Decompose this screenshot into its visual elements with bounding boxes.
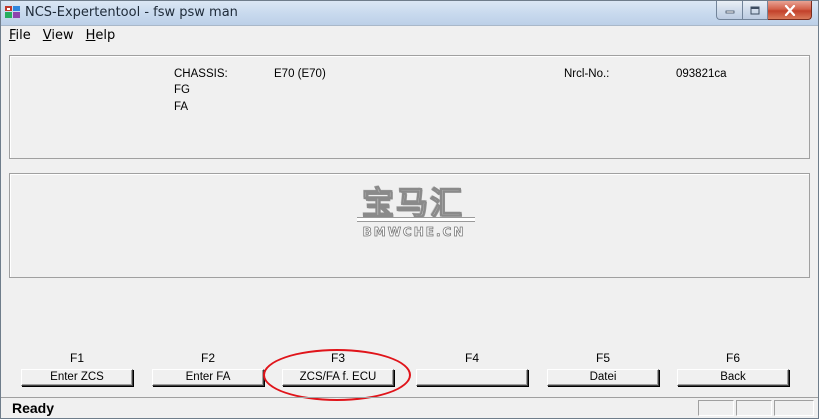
watermark-site-text: BMWCHE.CN [362, 225, 466, 240]
zcs-fa-from-ecu-button[interactable]: ZCS/FA f. ECU [282, 369, 394, 386]
status-pane-2 [736, 400, 772, 416]
nrcl-value: 093821ca [676, 68, 727, 80]
nrcl-label: Nrcl-No.: [564, 68, 610, 80]
f4-button[interactable] [416, 369, 528, 386]
f1-key-label: F1 [69, 351, 84, 365]
fa-label: FA [174, 101, 189, 113]
menu-bar: File View Help [1, 25, 818, 45]
output-panel: 宝马汇 BMWCHE.CN [9, 173, 810, 278]
back-button[interactable]: Back [677, 369, 789, 386]
status-bar: Ready [1, 397, 818, 419]
close-icon [784, 4, 795, 16]
maximize-button[interactable] [742, 1, 768, 20]
ncs-expertentool-window: NCS-Expertentool - fsw psw man File View… [0, 0, 819, 419]
title-bar[interactable]: NCS-Expertentool - fsw psw man [1, 1, 818, 26]
menu-file[interactable]: File [5, 28, 35, 43]
menu-view-label: iew [51, 27, 74, 43]
vehicle-info-panel: CHASSIS: E70 (E70) FG FA Nrcl-No.: 09382… [9, 55, 810, 159]
chassis-value: E70 (E70) [274, 68, 326, 80]
f6-key-label: F6 [725, 351, 740, 365]
enter-zcs-button[interactable]: Enter ZCS [21, 369, 133, 386]
menu-view[interactable]: View [39, 28, 78, 43]
caption-buttons [716, 1, 812, 21]
window-title: NCS-Expertentool - fsw psw man [25, 5, 238, 20]
status-pane-1 [698, 400, 734, 416]
close-button[interactable] [768, 1, 812, 20]
maximize-icon [750, 6, 760, 14]
f2-key-label: F2 [200, 351, 215, 365]
minimize-button[interactable] [716, 1, 742, 20]
menu-help-label: elp [95, 27, 116, 43]
f5-key-label: F5 [595, 351, 610, 365]
menu-help[interactable]: Help [82, 28, 120, 43]
chassis-label: CHASSIS: [174, 68, 228, 80]
menu-file-label: ile [15, 27, 31, 43]
menu-help-accel: H [85, 27, 96, 43]
datei-button[interactable]: Datei [547, 369, 659, 386]
ncs-app-icon [5, 6, 20, 18]
f3-key-label: F3 [330, 351, 345, 365]
enter-fa-button[interactable]: Enter FA [152, 369, 264, 386]
f4-key-label: F4 [464, 351, 479, 365]
watermark-underline [357, 217, 475, 222]
fg-label: FG [174, 84, 190, 96]
status-pane-3 [774, 400, 814, 416]
minimize-icon [725, 10, 734, 14]
status-text: Ready [12, 400, 55, 416]
